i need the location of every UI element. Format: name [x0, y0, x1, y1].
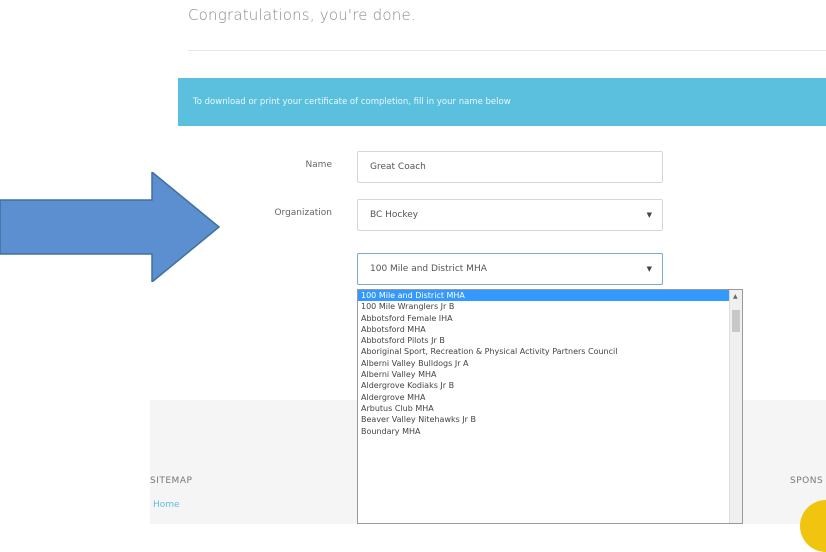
footer-sponsors-heading: SPONS — [790, 476, 824, 486]
scrollbar-thumb[interactable] — [732, 310, 740, 332]
organization-select[interactable]: BC Hockey ▼ — [357, 199, 663, 231]
dropdown-option[interactable]: Abbotsford Pilots Jr B — [358, 335, 742, 346]
name-input-value: Great Coach — [370, 162, 426, 172]
name-input[interactable]: Great Coach — [357, 151, 663, 183]
organization-label: Organization — [274, 208, 332, 218]
chevron-down-icon: ▼ — [646, 211, 652, 219]
dropdown-option[interactable]: Aldergrove Kodiaks Jr B — [358, 380, 742, 391]
dropdown-option[interactable]: Abbotsford MHA — [358, 324, 742, 335]
association-select[interactable]: 100 Mile and District MHA ▼ — [357, 253, 663, 285]
page-title: Congratulations, you're done. — [188, 6, 416, 24]
dropdown-option[interactable]: Aboriginal Sport, Recreation & Physical … — [358, 346, 742, 357]
name-label: Name — [305, 160, 332, 170]
scroll-up-icon[interactable]: ▲ — [733, 293, 738, 300]
dropdown-option[interactable]: Alberni Valley Bulldogs Jr A — [358, 358, 742, 369]
footer-home-link[interactable]: Home — [153, 500, 180, 510]
dropdown-option[interactable]: Alberni Valley MHA — [358, 369, 742, 380]
dropdown-option[interactable]: Aldergrove MHA — [358, 392, 742, 403]
arrow-right-icon — [0, 172, 221, 282]
info-banner: To download or print your certificate of… — [178, 78, 826, 126]
chevron-down-icon: ▼ — [646, 265, 652, 273]
association-dropdown-list[interactable]: 100 Mile and District MHA 100 Mile Wrangl… — [357, 289, 743, 524]
footer-sitemap-heading: SITEMAP — [150, 476, 193, 486]
organization-select-value: BC Hockey — [370, 210, 419, 220]
dropdown-scrollbar[interactable]: ▲ — [729, 290, 742, 523]
divider — [188, 50, 826, 51]
dropdown-option[interactable]: Abbotsford Female IHA — [358, 313, 742, 324]
dropdown-option[interactable]: Boundary MHA — [358, 426, 742, 437]
dropdown-option[interactable]: 100 Mile Wranglers Jr B — [358, 301, 742, 312]
dropdown-option[interactable]: Beaver Valley Nitehawks Jr B — [358, 414, 742, 425]
dropdown-option[interactable]: 100 Mile and District MHA — [358, 290, 742, 302]
dropdown-option[interactable]: Arbutus Club MHA — [358, 403, 742, 414]
association-select-value: 100 Mile and District MHA — [370, 264, 487, 274]
